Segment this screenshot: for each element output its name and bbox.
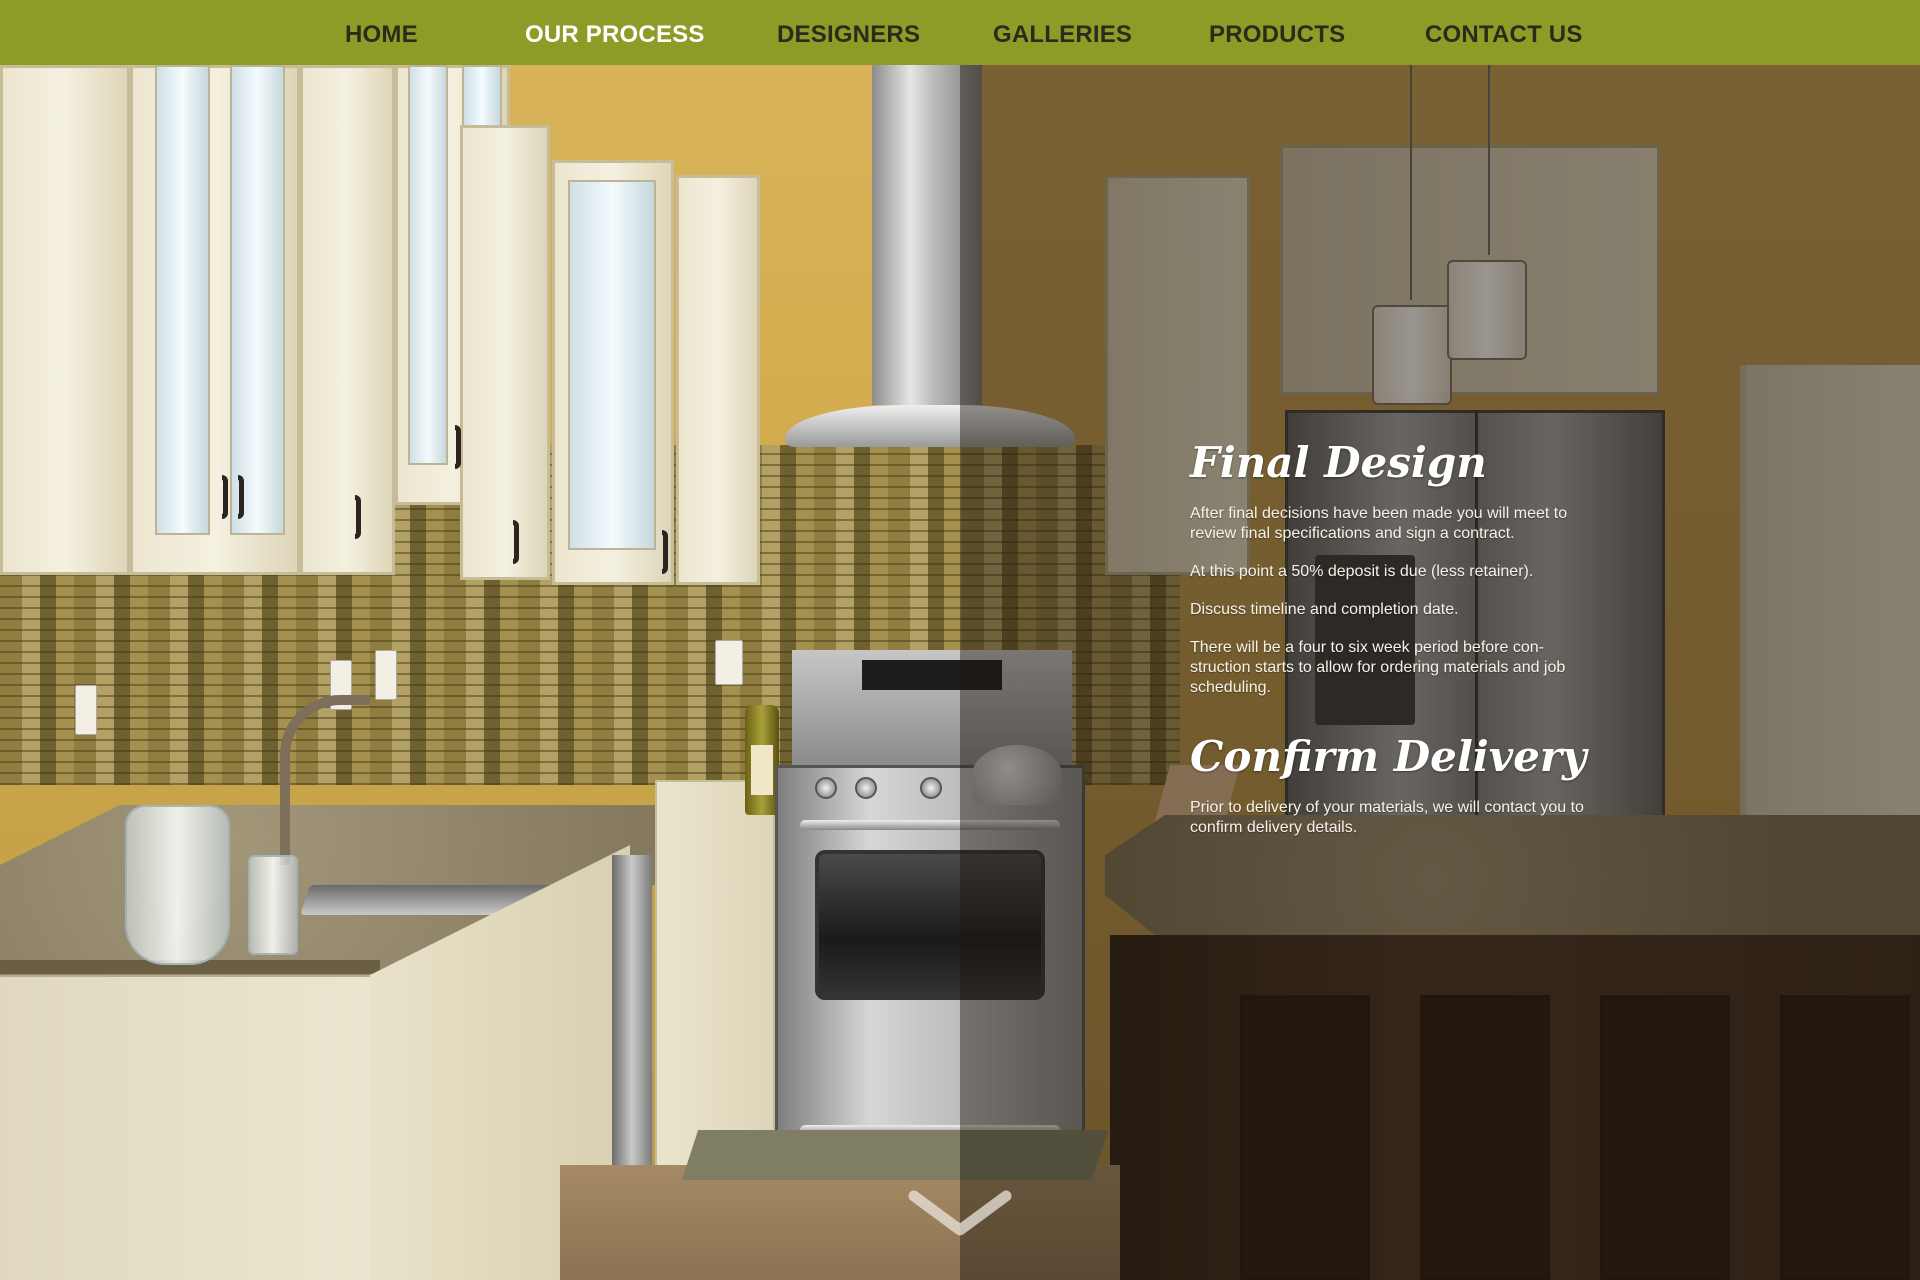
section-confirm-delivery: Confirm Delivery Prior to delivery of yo…: [1190, 732, 1590, 838]
cabinet-handle: [513, 520, 519, 564]
section-paragraph: At this point a 50% deposit is due (less…: [1190, 563, 1534, 581]
cabinet-handle: [238, 475, 244, 519]
oil-bottle-label: [751, 745, 773, 795]
main-nav: HOME OUR PROCESS DESIGNERS GALLERIES PRO…: [0, 0, 1920, 65]
nav-home[interactable]: HOME: [345, 0, 418, 65]
nav-designers[interactable]: DESIGNERS: [777, 0, 920, 65]
stove-knob: [920, 777, 942, 799]
nav-galleries[interactable]: GALLERIES: [993, 0, 1132, 65]
section-heading: Final Design: [1190, 438, 1487, 487]
water-pitcher: [125, 805, 230, 965]
upper-cabinet: [676, 175, 760, 585]
section-final-design: Final Design After final decisions have …: [1190, 438, 1590, 698]
cabinet-handle: [355, 495, 361, 539]
stove-knob: [855, 777, 877, 799]
cabinet-handle: [222, 475, 228, 519]
wall-outlet: [75, 685, 97, 735]
section-paragraph: Prior to delivery of your materials, we …: [1190, 799, 1584, 837]
chevron-down-icon: [908, 1190, 1012, 1236]
upper-cabinet: [460, 125, 550, 580]
cabinet-glass: [230, 65, 285, 535]
nav-our-process[interactable]: OUR PROCESS: [525, 0, 705, 65]
scroll-down-button[interactable]: [908, 1190, 1012, 1240]
cabinet-glass: [155, 65, 210, 535]
wall-outlet: [715, 640, 743, 685]
section-paragraph: Discuss timeline and completion date.: [1190, 601, 1459, 619]
drinking-glass: [248, 855, 298, 955]
stove-knob: [815, 777, 837, 799]
nav-contact-us[interactable]: CONTACT US: [1425, 0, 1583, 65]
kitchen-background-image: [0, 65, 1920, 1280]
cabinet-handle: [455, 425, 461, 469]
cabinet-handle: [662, 530, 668, 574]
process-content: Final Design After final decisions have …: [1190, 438, 1590, 856]
upper-cabinet: [0, 65, 130, 575]
section-paragraph: After final decisions have been made you…: [1190, 505, 1568, 543]
nav-products[interactable]: PRODUCTS: [1209, 0, 1345, 65]
lower-cabinet: [0, 975, 380, 1280]
cabinet-glass: [568, 180, 656, 550]
faucet: [280, 695, 370, 865]
cabinet-glass: [408, 65, 448, 465]
upper-cabinet: [300, 65, 395, 575]
wall-outlet: [375, 650, 397, 700]
section-heading: Confirm Delivery: [1190, 732, 1587, 782]
section-paragraph: There will be a four to six week period …: [1190, 639, 1566, 697]
lower-cabinet: [655, 780, 775, 1180]
